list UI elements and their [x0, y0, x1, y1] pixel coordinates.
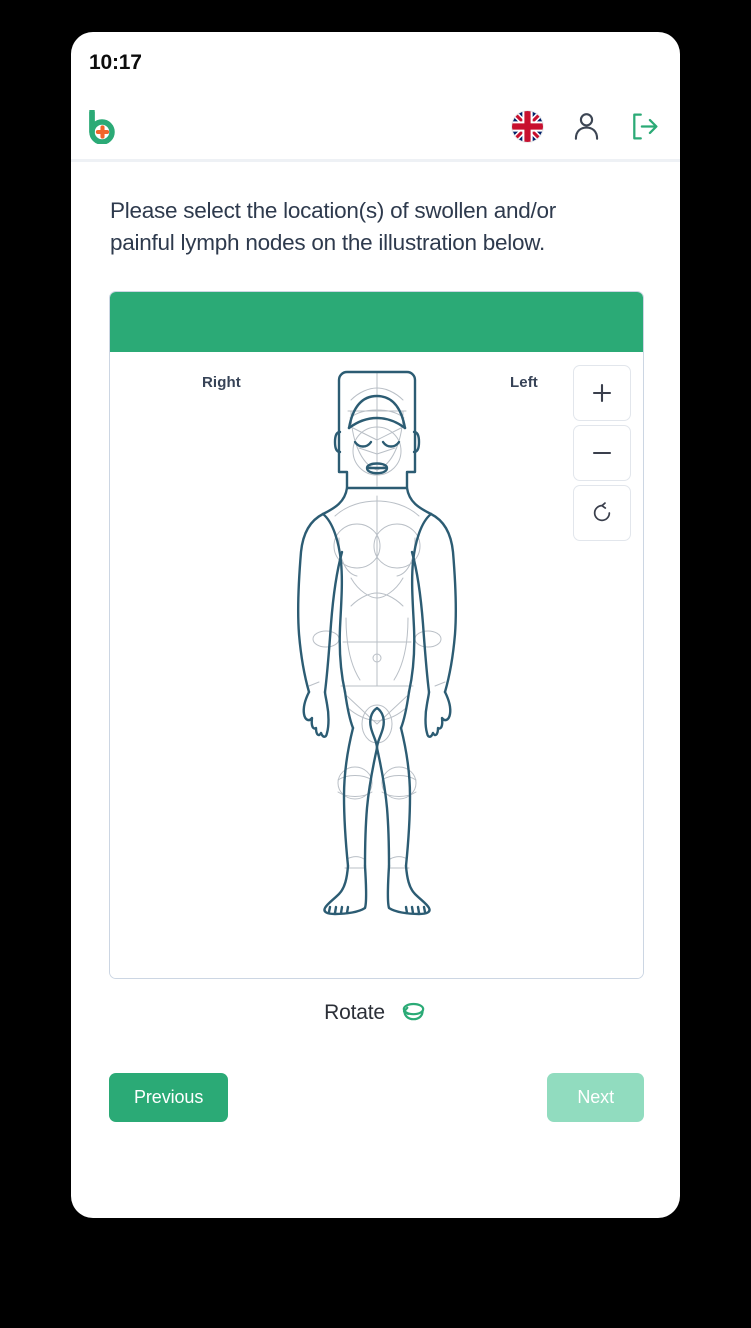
- panel-green-header: [110, 291, 643, 352]
- rotate-control[interactable]: Rotate: [71, 1000, 680, 1027]
- rotate-label: Rotate: [324, 1001, 385, 1025]
- body-figure-female-front[interactable]: [247, 356, 507, 926]
- footer-navigation: Previous Next: [71, 1072, 680, 1122]
- reset-view-button[interactable]: [573, 484, 631, 541]
- question-text: Please select the location(s) of swollen…: [71, 162, 680, 259]
- previous-button[interactable]: Previous: [109, 1072, 229, 1122]
- zoom-controls: [573, 364, 631, 541]
- user-account-icon[interactable]: [573, 112, 600, 141]
- app-header: [71, 94, 680, 162]
- zoom-in-button[interactable]: [573, 364, 631, 421]
- zoom-out-button[interactable]: [573, 424, 631, 481]
- rotate-3d-icon[interactable]: [400, 1000, 427, 1027]
- question-line-2: painful lymph nodes on the illustration …: [110, 229, 546, 255]
- status-bar: 10:17: [71, 32, 680, 94]
- logout-icon[interactable]: [630, 112, 658, 141]
- next-button[interactable]: Next: [547, 1072, 644, 1122]
- question-line-1: Please select the location(s) of swollen…: [110, 198, 556, 223]
- body-illustration-panel: Right Left: [109, 290, 644, 979]
- uk-flag-icon[interactable]: [512, 111, 543, 142]
- label-left-side: Left: [510, 373, 538, 391]
- label-right-side: Right: [202, 373, 241, 391]
- panel-canvas[interactable]: Right Left: [110, 351, 643, 978]
- status-time: 10:17: [89, 51, 142, 74]
- b-health-logo[interactable]: [89, 109, 119, 144]
- header-icon-group: [512, 111, 658, 142]
- phone-screen: 10:17 Please select the location(s) of s…: [71, 32, 680, 1218]
